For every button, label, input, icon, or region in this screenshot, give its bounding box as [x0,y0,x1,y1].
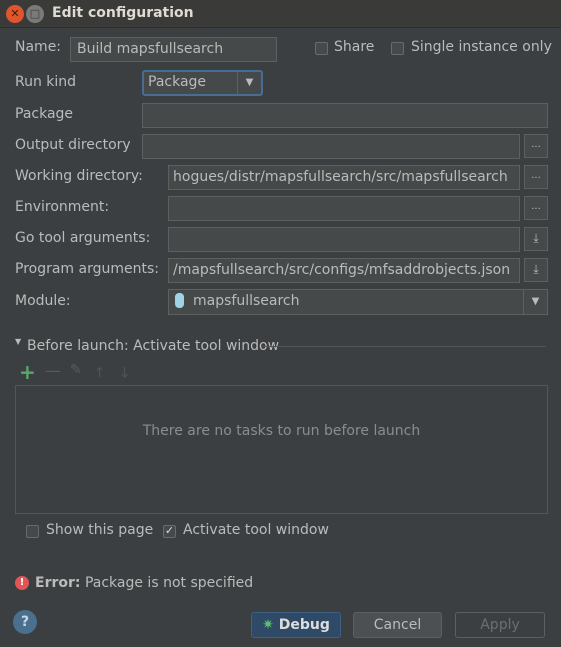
apply-button[interactable]: Apply [455,612,545,638]
package-label: Package [15,106,74,122]
collapse-triangle-icon[interactable]: ▼ [15,337,21,346]
module-icon [175,293,184,308]
maximize-window-button[interactable]: □ [26,5,44,23]
share-label: Share [334,39,375,55]
package-input[interactable] [142,103,548,128]
chevron-down-icon: ▼ [237,72,261,94]
window-title: Edit configuration [52,5,194,21]
title-bar: ✕ □ Edit configuration [0,0,561,28]
working-directory-browse-button[interactable]: ... [524,165,548,189]
environment-label: Environment: [15,199,110,215]
expand-editor-icon[interactable]: ⤓ [524,258,548,282]
activate-tool-window-label: Activate tool window [183,522,329,538]
environment-browse-button[interactable]: ... [524,196,548,220]
program-arguments-input[interactable]: /mapsfullsearch/src/configs/mfsaddrobjec… [168,258,520,283]
module-value: mapsfullsearch [193,293,300,309]
name-input[interactable]: Build mapsfullsearch [70,37,277,62]
program-arguments-label: Program arguments: [15,261,159,277]
edit-icon: ✎ [70,362,82,378]
go-tool-arguments-label: Go tool arguments: [15,230,151,246]
remove-icon: — [45,361,61,380]
error-text: Package is not specified [84,575,254,591]
run-kind-value: Package [148,74,207,90]
debug-label: Debug [278,617,330,633]
working-directory-input[interactable]: hogues/distr/mapsfullsearch/src/mapsfull… [168,165,520,190]
add-icon[interactable]: + [19,360,36,384]
go-tool-arguments-input[interactable] [168,227,520,252]
error-label: Error: [35,575,81,591]
show-this-page-checkbox[interactable] [26,525,39,538]
debug-button[interactable]: ✷ Debug [251,612,341,638]
show-this-page-label: Show this page [46,522,154,538]
move-down-icon: 🡓 [121,365,129,381]
before-launch-title: Before launch: Activate tool window [27,338,280,354]
output-directory-browse-button[interactable]: ... [524,134,548,158]
output-directory-input[interactable] [142,134,520,159]
error-message: Error: Package is not specified [35,575,253,591]
expand-editor-icon[interactable]: ⤓ [524,227,548,251]
run-kind-label: Run kind [15,74,77,90]
single-instance-checkbox[interactable] [391,42,404,55]
help-button[interactable]: ? [13,610,37,634]
module-select[interactable]: mapsfullsearch ▼ [168,289,548,315]
single-instance-label: Single instance only [411,39,552,55]
environment-input[interactable] [168,196,520,221]
activate-tool-window-checkbox[interactable]: ✓ [163,525,176,538]
move-up-icon: 🡑 [96,365,104,381]
name-label: Name: [15,39,62,55]
share-checkbox[interactable] [315,42,328,55]
cancel-button[interactable]: Cancel [353,612,442,638]
run-kind-select[interactable]: Package ▼ [142,70,263,96]
module-label: Module: [15,293,71,309]
divider [262,346,546,347]
chevron-down-icon: ▼ [523,290,547,314]
bug-icon: ✷ [262,617,274,633]
close-window-button[interactable]: ✕ [6,5,24,23]
before-launch-task-list[interactable]: There are no tasks to run before launch [15,385,548,514]
output-directory-label: Output directory [15,137,131,153]
error-icon: ! [15,576,29,590]
empty-list-text: There are no tasks to run before launch [142,423,421,439]
working-directory-label: Working directory: [15,168,143,184]
